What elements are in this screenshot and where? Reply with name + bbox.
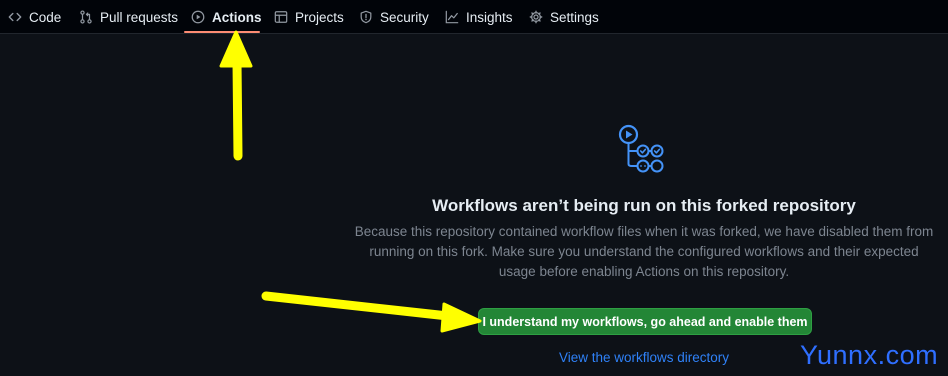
table-icon	[274, 11, 288, 23]
tab-projects[interactable]: Projects	[274, 0, 344, 34]
tab-security[interactable]: Security	[359, 0, 429, 34]
tab-pull-requests-label: Pull requests	[100, 9, 179, 25]
blankslate-heading: Workflows aren’t being run on this forke…	[432, 196, 856, 215]
arrow-right-annotation	[261, 291, 482, 333]
tab-security-label: Security	[380, 9, 429, 25]
shield-icon	[360, 10, 372, 24]
tab-actions-label: Actions	[212, 9, 262, 25]
play-icon	[191, 10, 205, 24]
tab-projects-label: Projects	[295, 9, 344, 25]
watermark-text: Yunnx.com	[800, 340, 939, 370]
gear-icon	[529, 10, 543, 24]
arrow-up-annotation	[219, 30, 253, 161]
pull-request-icon	[80, 10, 92, 24]
tab-settings-label: Settings	[550, 9, 599, 25]
tab-code-label: Code	[29, 9, 62, 25]
tab-insights-label: Insights	[466, 9, 513, 25]
blankslate-description: Because this repository contained workfl…	[340, 222, 948, 282]
tab-insights[interactable]: Insights	[445, 0, 513, 34]
description-line: usage before enabling Actions on this re…	[498, 264, 790, 279]
repo-nav: Code Pull requests Actions Projects Secu…	[0, 0, 948, 34]
active-tab-underline	[184, 31, 260, 33]
tab-pull-requests[interactable]: Pull requests	[79, 0, 178, 34]
enable-workflows-button[interactable]: I understand my workflows, go ahead and …	[478, 308, 812, 335]
tab-settings[interactable]: Settings	[529, 0, 599, 34]
description-line: Because this repository contained workfl…	[354, 224, 934, 239]
tab-code[interactable]: Code	[8, 0, 61, 34]
code-icon	[8, 12, 22, 22]
tab-actions[interactable]: Actions	[191, 0, 262, 34]
workflow-icon	[618, 124, 664, 173]
description-line: running on this fork. Make sure you unde…	[369, 244, 919, 259]
view-workflows-directory-link[interactable]: View the workflows directory	[540, 350, 748, 365]
graph-icon	[445, 10, 459, 24]
